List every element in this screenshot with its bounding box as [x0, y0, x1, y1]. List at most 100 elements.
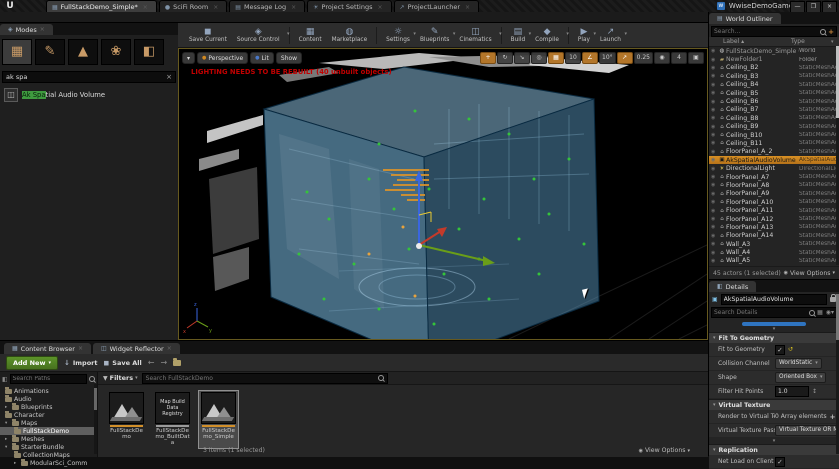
outliner-row[interactable]: ◉ ⌂ FloorPanel_A7 StaticMeshActor — [709, 173, 839, 181]
visibility-eye-icon[interactable]: ◉ — [711, 48, 718, 54]
asset-tile[interactable]: FullStackDemo — [106, 390, 147, 449]
asset-tile[interactable]: * FullStackDemo_Simple — [198, 390, 239, 449]
outliner-row[interactable]: ◉ ⌂ FloorPanel_A_2 StaticMeshActor — [709, 148, 839, 156]
paint-mode-button[interactable]: ✎ — [35, 39, 65, 65]
details-search-input[interactable] — [714, 309, 807, 316]
toolbar-button[interactable]: ↗ Launch ▾ — [595, 27, 626, 44]
visibility-eye-icon[interactable]: ◉ — [711, 140, 718, 146]
filter-hit-points-input[interactable] — [775, 386, 809, 397]
camera-speed-icon[interactable]: ◉ — [654, 52, 670, 64]
outliner-row[interactable]: ◉ ⌂ FloorPanel_A14 StaticMeshActor — [709, 232, 839, 240]
collision-channel-dropdown[interactable]: WorldStatic▾ — [775, 358, 822, 369]
asset-tile[interactable]: Map Build Data Registry FullStackDemo_Bu… — [152, 390, 193, 449]
folder-tree-item[interactable]: FullStackDemo — [0, 427, 97, 435]
tab-close-icon[interactable]: × — [167, 345, 172, 352]
section-replication[interactable]: ▾ Replication — [709, 444, 839, 455]
foliage-mode-button[interactable]: ❀ — [101, 39, 131, 65]
outliner-row[interactable]: ◉ ⌂ Ceiling_B10 StaticMeshActor — [709, 131, 839, 139]
filters-button[interactable]: ▼ Filters ▾ — [103, 374, 138, 382]
content-browser-tab[interactable]: ◫ Widget Reflector × — [93, 343, 180, 354]
outliner-row[interactable]: ◉ ⌂ Ceiling_B3 StaticMeshActor — [709, 72, 839, 80]
visibility-eye-icon[interactable]: ◉ — [711, 132, 718, 138]
outliner-row[interactable]: ◉ ⌂ Ceiling_B7 StaticMeshActor — [709, 106, 839, 114]
folder-tree-item[interactable]: ▸ Blueprints — [0, 403, 97, 411]
import-button[interactable]: ↓Import — [64, 359, 98, 367]
visibility-eye-icon[interactable]: ◉ — [711, 115, 718, 121]
sources-scrollbar[interactable] — [94, 384, 97, 454]
virtual-texture-pass-dropdown[interactable]: Virtual Texture OR Main Pass▾ — [775, 425, 839, 436]
outliner-row[interactable]: ◉ ⌂ Ceiling_B8 StaticMeshActor — [709, 114, 839, 122]
world-local-toggle-icon[interactable]: ◎ — [531, 52, 547, 64]
sources-toggle-icon[interactable]: ◧ — [2, 376, 8, 383]
lit-button[interactable]: ● Lit — [250, 52, 274, 64]
visibility-eye-icon[interactable]: ◉ — [711, 174, 718, 180]
visibility-eye-icon[interactable]: ◉ — [711, 65, 718, 71]
tab-close-icon[interactable]: × — [291, 4, 296, 11]
chevron-down-icon[interactable]: ▾ — [566, 31, 569, 37]
outliner-row[interactable]: ◉ ⌂ FloorPanel_A12 StaticMeshActor — [709, 215, 839, 223]
folder-tree-item[interactable]: ▸ Meshes — [0, 435, 97, 443]
outliner-view-options-button[interactable]: ◉ View Options▾ — [784, 270, 835, 277]
section-virtual-texture[interactable]: ▾ Virtual Texture — [709, 399, 839, 410]
display-filter-eye-icon[interactable]: ◉▾ — [826, 309, 834, 316]
visibility-eye-icon[interactable]: ◉ — [711, 157, 718, 163]
details-tab[interactable]: ◧ Details — [709, 281, 756, 292]
outliner-row[interactable]: ◉ ▣ AkSpatialAudioVolume AkSpatialAudioV — [709, 156, 839, 164]
folder-tree-item[interactable]: ▾ StarterBundle — [0, 443, 97, 451]
clear-search-icon[interactable]: × — [166, 73, 172, 81]
outliner-row[interactable]: ◉ ◍ FullStackDemo_Simple (Editor) World — [709, 47, 839, 55]
geometry-mode-button[interactable]: ◧ — [134, 39, 164, 65]
scale-snap-value[interactable]: 0.25 — [634, 52, 653, 64]
outliner-row[interactable]: ◉ ⌂ Wall_A4 StaticMeshActor — [709, 248, 839, 256]
tab-close-icon[interactable]: × — [78, 345, 83, 352]
sources-search-input[interactable] — [10, 374, 87, 384]
visibility-eye-icon[interactable]: ◉ — [711, 199, 718, 205]
tab-close-icon[interactable]: × — [213, 4, 218, 11]
outliner-search-input[interactable] — [714, 28, 818, 35]
rotate-tool-icon[interactable]: ↻ — [497, 52, 513, 64]
visibility-eye-icon[interactable]: ◉ — [711, 224, 718, 230]
show-button[interactable]: Show — [276, 52, 302, 64]
chevron-down-icon[interactable]: ▾ — [624, 31, 627, 37]
rotation-snap-icon[interactable]: ∠ — [582, 52, 598, 64]
forward-button[interactable]: → — [160, 358, 167, 367]
expand-arrow-icon[interactable]: ▾ — [5, 421, 10, 426]
outliner-row[interactable]: ◉ ⌂ Ceiling_B4 StaticMeshActor — [709, 81, 839, 89]
reset-to-default-icon[interactable]: ↺ — [788, 346, 793, 353]
expand-arrow-icon[interactable]: ▸ — [5, 405, 10, 410]
add-element-icon[interactable]: + — [830, 413, 836, 421]
expand-arrow-icon[interactable]: ▸ — [14, 461, 19, 466]
toolbar-button[interactable]: ▶ Play ▾ — [573, 27, 595, 44]
outliner-row[interactable]: ◉ ⌂ Ceiling_B5 StaticMeshActor — [709, 89, 839, 97]
scale-snap-icon[interactable]: ↗ — [617, 52, 633, 64]
place-mode-button[interactable]: ▦ — [2, 39, 32, 65]
outliner-row[interactable]: ◉ ☀ DirectionalLight DirectionalLight — [709, 164, 839, 172]
folder-tree-item[interactable]: CollectionMaps — [0, 451, 97, 459]
save-all-button[interactable]: ◼Save All — [103, 359, 141, 367]
asset-search-input[interactable] — [146, 375, 376, 382]
visibility-eye-icon[interactable]: ◉ — [711, 191, 718, 197]
tab-close-icon[interactable]: × — [143, 4, 148, 11]
net-load-on-client-checkbox[interactable] — [775, 457, 785, 467]
rotation-snap-value[interactable]: 10° — [599, 52, 616, 64]
modes-search-input[interactable] — [6, 73, 166, 81]
modes-tab-close-icon[interactable]: × — [40, 26, 45, 33]
outliner-row[interactable]: ◉ ⌂ Ceiling_B9 StaticMeshActor — [709, 123, 839, 131]
viewport-options-button[interactable]: ▾ — [182, 52, 195, 64]
grid-snap-value[interactable]: 10 — [565, 52, 581, 64]
folder-tree-item[interactable]: ▾ Maps — [0, 419, 97, 427]
visibility-eye-icon[interactable]: ◉ — [711, 107, 718, 113]
maximize-viewport-icon[interactable]: ▣ — [688, 52, 704, 64]
tab-close-icon[interactable]: × — [378, 4, 383, 11]
content-browser-tab[interactable]: ▦ Content Browser × — [4, 343, 91, 354]
add-new-button[interactable]: Add New▾ — [6, 356, 58, 370]
property-matrix-icon[interactable]: ▦ — [817, 309, 823, 316]
visibility-eye-icon[interactable]: ◉ — [711, 90, 718, 96]
expand-arrow-icon[interactable]: ▾ — [5, 445, 10, 450]
visibility-eye-icon[interactable]: ◉ — [711, 99, 718, 105]
visibility-eye-icon[interactable]: ◉ — [711, 57, 718, 63]
viewport[interactable]: z x y ▾ ● Perspective ● Lit Show LIGHTIN… — [178, 48, 708, 340]
visibility-eye-icon[interactable]: ◉ — [711, 124, 718, 130]
camera-speed-value[interactable]: 4 — [671, 52, 687, 64]
add-filter-icon[interactable]: + — [828, 28, 834, 36]
